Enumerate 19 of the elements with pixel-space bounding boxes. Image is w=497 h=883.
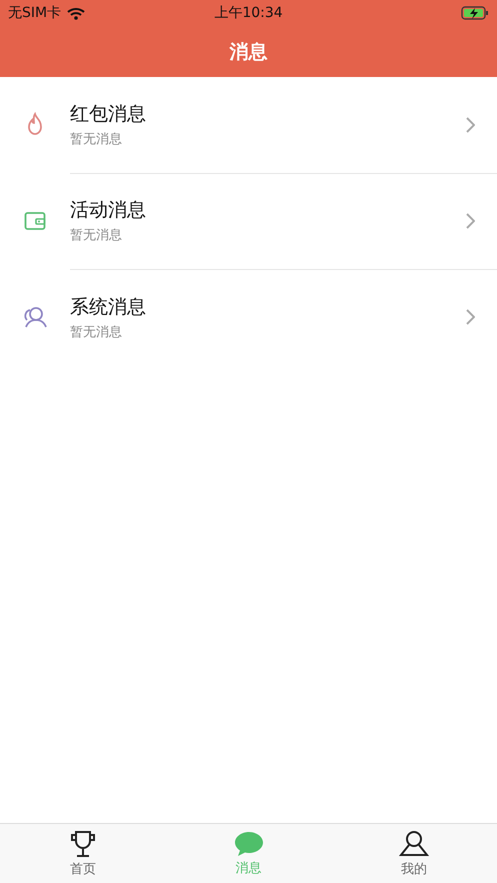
wifi-icon: [67, 6, 86, 20]
header-title: 消息: [230, 40, 268, 64]
person-icon: [399, 830, 430, 858]
wallet-icon: [24, 211, 46, 231]
chat-bubble-icon: [234, 830, 264, 856]
chevron-right-icon[interactable]: [465, 212, 475, 228]
message-category-title[interactable]: 红包消息: [70, 101, 465, 127]
chevron-right-icon[interactable]: [465, 116, 475, 132]
message-preview: 暂无消息: [70, 227, 123, 244]
tab-bar-item[interactable]: 我的: [331, 824, 497, 883]
chevron-right-icon[interactable]: [465, 309, 475, 325]
message-preview: 暂无消息: [70, 131, 123, 148]
message-category-title[interactable]: 系统消息: [70, 294, 465, 320]
users-icon: [22, 306, 48, 328]
message-preview: 暂无消息: [70, 324, 123, 340]
carrier-label: 无SIM卡: [8, 4, 62, 22]
message-category-title[interactable]: 活动消息: [70, 197, 465, 223]
tab-bar-item[interactable]: 首页: [0, 824, 166, 883]
clock-time: 上午10:34: [214, 4, 283, 22]
